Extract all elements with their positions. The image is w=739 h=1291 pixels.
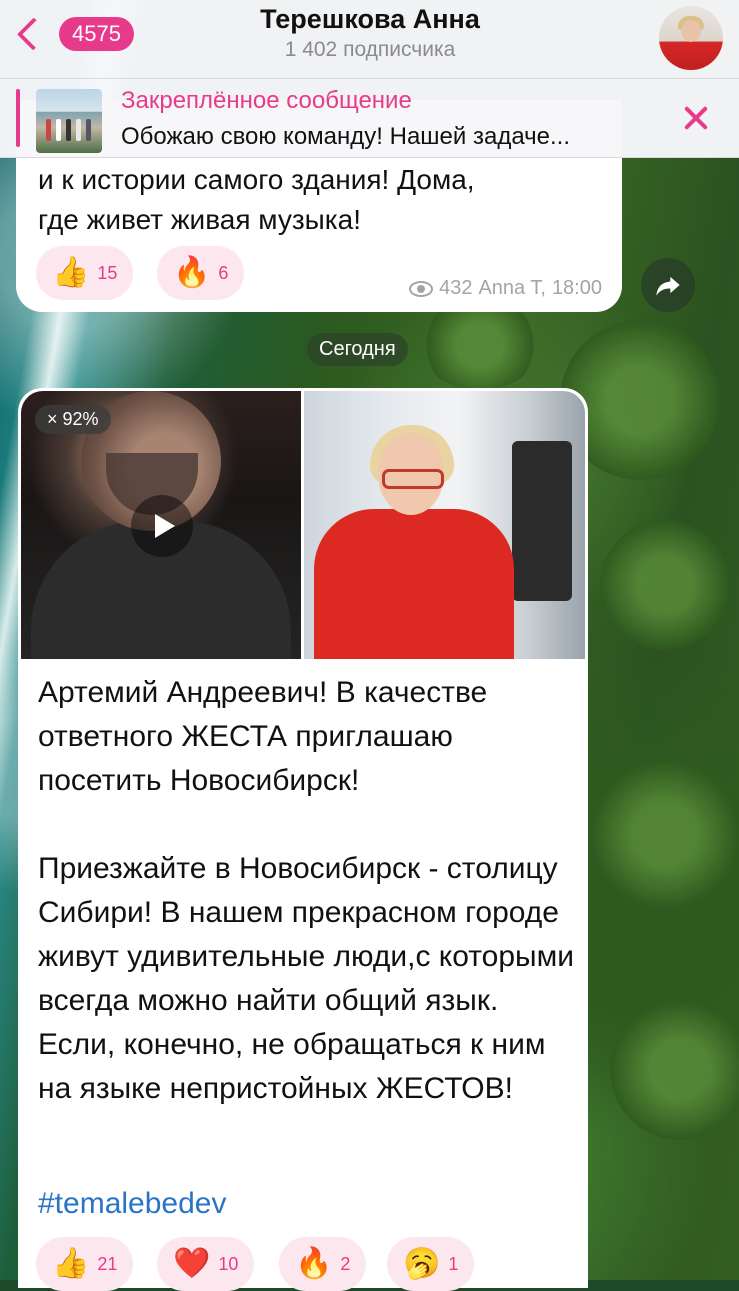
chat-header: 4575 Терешкова Анна 1 402 подписчика: [0, 0, 739, 79]
photo-thumbnail[interactable]: [304, 391, 585, 659]
reaction-fire[interactable]: 🔥 6: [157, 246, 245, 300]
pinned-thumbnail: [36, 89, 102, 153]
subscriber-count: 1 402 подписчика: [284, 38, 456, 61]
channel-info[interactable]: Терешкова Анна 1 402 подписчика: [170, 2, 570, 64]
unread-count-badge: 4575: [59, 17, 134, 51]
reaction-thumbs-up[interactable]: 👍 21: [36, 1237, 134, 1291]
media-album: × 92%: [21, 391, 585, 659]
share-button[interactable]: [641, 258, 695, 312]
message-time: 18:00: [551, 277, 602, 299]
play-icon[interactable]: [131, 495, 193, 557]
message-meta: 432 Anna T, 18:00: [409, 277, 602, 300]
reaction-fire[interactable]: 🔥 2: [279, 1237, 367, 1291]
message-bubble[interactable]: × 92% Артемий Андреевич! В качестве отве…: [18, 388, 588, 1291]
reaction-yawn[interactable]: 🥱 1: [387, 1237, 475, 1291]
video-thumbnail[interactable]: × 92%: [21, 391, 301, 659]
message-author: Anna T,: [478, 277, 546, 299]
pinned-title: Закреплённое сообщение: [121, 87, 412, 114]
playback-speed-badge[interactable]: × 92%: [35, 405, 111, 434]
channel-title: Терешкова Анна: [260, 4, 480, 34]
view-count: 432: [439, 277, 473, 299]
message-text: Артемий Андреевич! В качестве ответного …: [38, 676, 575, 1105]
pinned-message-bar[interactable]: Закреплённое сообщение Обожаю свою коман…: [0, 79, 739, 158]
reaction-thumbs-up[interactable]: 👍 15: [36, 246, 134, 300]
back-button[interactable]: 4575: [14, 14, 134, 54]
eye-icon: [409, 280, 434, 297]
hashtag-link[interactable]: #temalebedev: [38, 1187, 226, 1221]
reaction-heart[interactable]: ❤️ 10: [157, 1237, 255, 1291]
date-separator: Сегодня: [307, 333, 408, 366]
forward-arrow-icon: [656, 276, 680, 296]
channel-avatar[interactable]: [659, 6, 723, 70]
pinned-indicator: [16, 89, 20, 147]
close-icon[interactable]: [681, 103, 711, 133]
chevron-left-icon: [16, 17, 51, 51]
message-text: и к истории самого здания! Дома, где жив…: [38, 164, 475, 235]
pinned-preview-text: Обожаю свою команду! Нашей задаче...: [121, 123, 571, 150]
